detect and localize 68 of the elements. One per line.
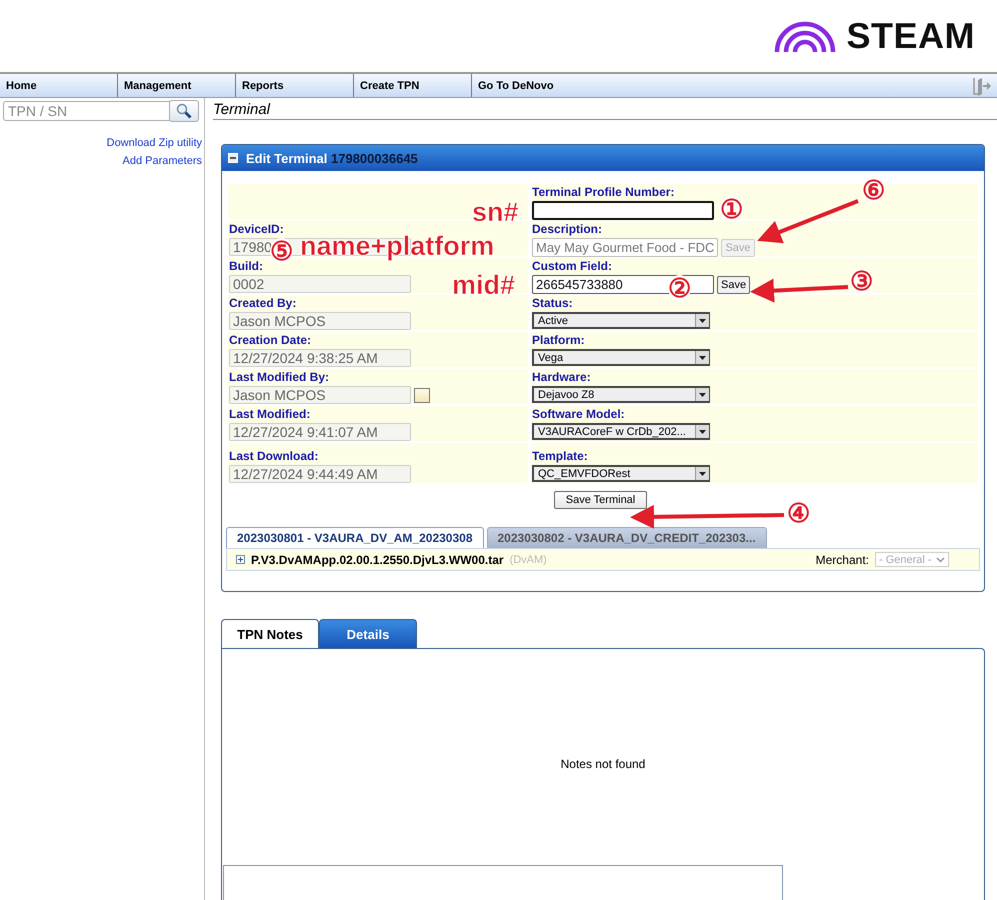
field-label: Created By: [229,297,296,310]
save-button[interactable]: Save [717,276,750,294]
nav-menu-item[interactable]: Create TPN [354,74,472,97]
dropdown-select[interactable]: Active [532,312,710,329]
dropdown-select[interactable]: Vega [532,349,710,366]
nav-menu-item[interactable]: Reports [236,74,354,97]
field-label: Platform: [532,334,585,347]
calendar-icon[interactable] [414,388,430,402]
nav-menu-item[interactable]: Go To DeNovo [472,74,554,97]
rainbow-logo-icon [772,20,836,52]
caret-icon [699,392,706,396]
annotation-note: name+platform [300,233,494,260]
dropdown-select[interactable]: Dejavoo Z8 [532,386,710,403]
exit-door-icon[interactable] [971,76,991,96]
field-label: Software Model: [532,408,625,421]
readonly-field: 12/27/2024 9:44:49 AM [229,465,411,483]
text-field[interactable] [532,201,714,220]
notes-input-field[interactable] [223,865,783,900]
chevron-icon [936,556,945,562]
readonly-field: 12/27/2024 9:38:25 AM [229,349,411,367]
package-tag: (DvAM) [510,554,547,566]
text-field[interactable]: May May Gourmet Food - FDC [532,238,718,257]
annotation-number: ④ [787,500,810,526]
dropdown-select[interactable]: QC_EMVFDORest [532,465,710,482]
dropdown-select[interactable]: V3AURACoreF w CrDb_202... [532,423,710,440]
nav-menu-item[interactable]: Home [0,74,118,97]
readonly-field: 12/27/2024 9:41:07 AM [229,423,411,441]
page-title: Terminal [213,98,997,120]
caret-icon [699,356,706,360]
package-tab[interactable]: 2023030802 - V3AURA_DV_CREDIT_202303... [486,527,767,548]
notes-tab[interactable]: TPN Notes [221,619,319,648]
field-label: Creation Date: [229,334,312,347]
field-label: Hardware: [532,371,591,384]
notes-tab[interactable]: Details [319,619,417,648]
notes-message: Notes not found [560,757,646,771]
sidebar-link[interactable]: Download Zip utility [106,137,202,149]
field-label: Last Modified: [229,408,310,421]
package-tab[interactable]: 2023030801 - V3AURA_DV_AM_20230308 [226,527,484,548]
field-label: Status: [532,297,573,310]
field-label: Last Modified By: [229,371,330,384]
field-label: Build: [229,260,263,273]
readonly-field: Jason MCPOS [229,386,411,404]
nav-menu-item[interactable]: Management [118,74,236,97]
annotation-note: mid# [452,272,516,299]
annotation-number: ⑥ [862,177,885,203]
search-button[interactable] [169,100,199,122]
field-label: DeviceID: [229,223,284,236]
annotation-note: sn# [472,199,519,226]
field-label: Description: [532,223,602,236]
field-label: Custom Field: [532,260,612,273]
readonly-field: Jason MCPOS [229,312,411,330]
logo-text: STEAM [846,15,975,57]
readonly-field: 0002 [229,275,411,293]
search-icon [176,103,192,119]
sidebar-link[interactable]: Add Parameters [122,155,202,167]
field-label: Last Download: [229,450,318,463]
expand-icon[interactable] [236,555,245,564]
save-terminal-button[interactable]: Save Terminal [554,491,648,509]
panel-title: Edit Terminal 179800036645 [246,150,418,166]
caret-icon [699,430,706,434]
caret-icon [699,318,706,322]
search-field[interactable]: TPN / SN [3,101,171,121]
merchant-label: Merchant: [816,552,869,566]
field-label: Template: [532,450,588,463]
caret-icon [699,472,706,476]
package-name: P.V3.DvAMApp.02.00.1.2550.DjvL3.WW00.tar [251,552,504,566]
collapse-icon[interactable] [228,153,238,163]
field-label: Terminal Profile Number: [532,186,674,199]
